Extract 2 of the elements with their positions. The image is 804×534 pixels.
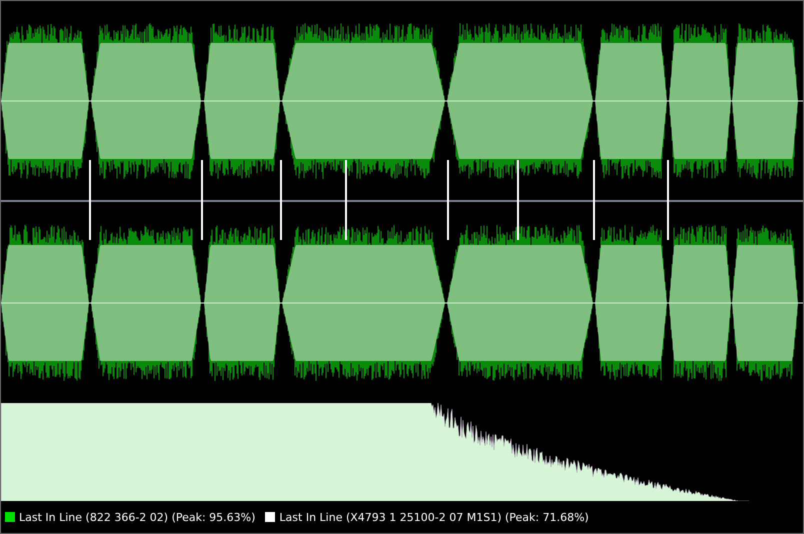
legend-label: Last In Line (822 366-2 02) (Peak: 95.63%) — [19, 510, 256, 524]
legend-label: Last In Line (X4793 1 25100-2 07 M1S1) (Peak: 71.68%) — [279, 510, 589, 524]
